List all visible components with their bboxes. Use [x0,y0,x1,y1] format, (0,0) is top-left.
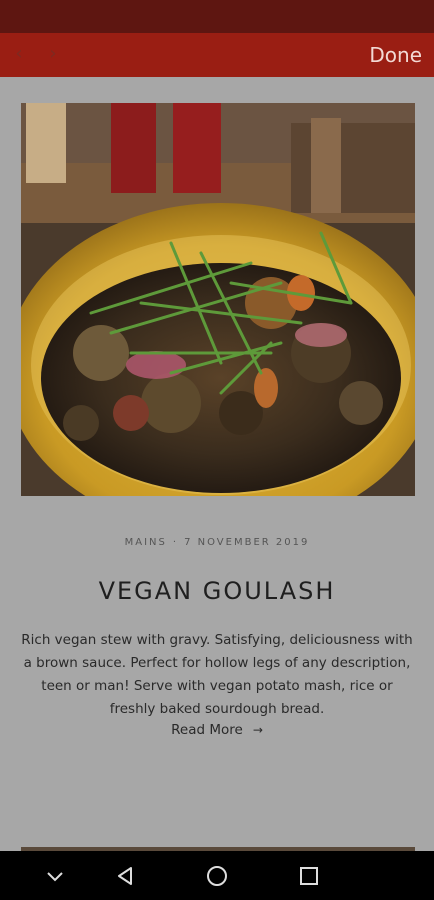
post-category[interactable]: MAINS [125,537,167,548]
home-circle-icon[interactable] [205,864,229,888]
read-more-label: Read More [171,722,243,738]
chevron-down-icon[interactable] [43,864,67,888]
read-more-link[interactable]: Read More → [0,722,434,738]
status-bar [0,0,434,33]
back-triangle-icon[interactable] [113,864,137,888]
post-title[interactable]: VEGAN GOULASH [0,577,434,605]
recents-square-icon[interactable] [297,864,321,888]
post-date: 7 NOVEMBER 2019 [184,537,310,548]
system-navigation-bar [0,851,434,900]
back-arrow-icon[interactable]: ‹ [8,43,30,65]
toolbar: ‹ › Done [0,33,434,77]
arrow-right-icon: → [252,723,263,737]
goulash-photo [21,103,415,496]
post-meta: MAINS · 7 NOVEMBER 2019 [0,537,434,548]
post-excerpt: Rich vegan stew with gravy. Satisfying, … [21,632,413,717]
post-list[interactable]: MAINS · 7 NOVEMBER 2019 VEGAN GOULASH Rich… [0,77,434,851]
forward-arrow-icon[interactable]: › [42,43,64,65]
meta-separator: · [172,537,179,548]
done-button[interactable]: Done [369,33,422,77]
post-image[interactable] [21,103,415,496]
